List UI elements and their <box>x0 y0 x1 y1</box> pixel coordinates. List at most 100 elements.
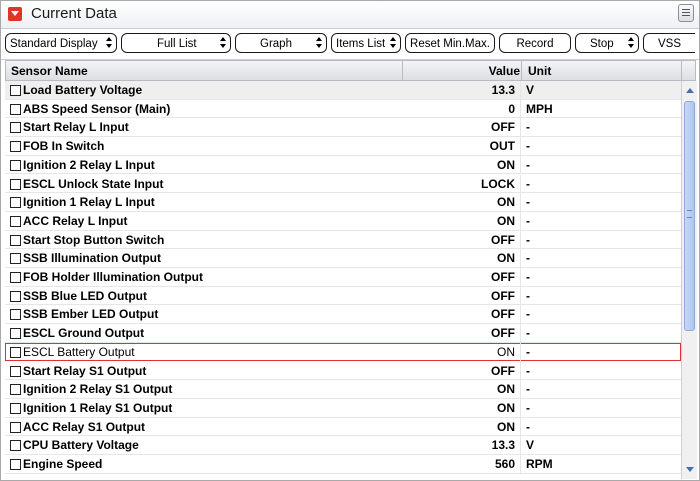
sensor-value: ON <box>497 382 515 397</box>
sensor-value: OFF <box>491 120 515 135</box>
sensor-name: SSB Blue LED Output <box>23 288 147 303</box>
table-row[interactable]: ACC Relay S1 Output ON - <box>5 417 681 437</box>
cell-divider <box>520 417 521 436</box>
sensor-name: SSB Illumination Output <box>23 251 161 266</box>
updown-arrows-icon <box>628 37 634 49</box>
sensor-unit: - <box>526 288 530 303</box>
row-checkbox[interactable] <box>10 272 21 283</box>
column-header-value[interactable]: Value <box>408 64 520 78</box>
sensor-name: Start Stop Button Switch <box>23 232 165 247</box>
table-row[interactable]: SSB Ember LED Output OFF - <box>5 305 681 325</box>
row-checkbox[interactable] <box>10 141 21 153</box>
sensor-value: OFF <box>491 232 515 247</box>
sensor-name: FOB Holder Illumination Output <box>23 270 203 284</box>
table-row[interactable]: FOB Holder Illumination Output OFF - <box>5 268 681 287</box>
sensor-value: ON <box>497 344 515 359</box>
sensor-value: 0 <box>508 101 515 116</box>
cell-divider <box>520 137 521 156</box>
row-checkbox[interactable] <box>10 103 21 115</box>
stop-select[interactable]: Stop <box>575 33 639 53</box>
row-checkbox[interactable] <box>10 346 21 358</box>
table-row[interactable]: ACC Relay L Input ON - <box>5 211 681 231</box>
row-checkbox[interactable] <box>10 197 21 209</box>
row-checkbox[interactable] <box>10 290 21 302</box>
column-divider[interactable] <box>402 61 403 80</box>
sensor-unit: - <box>526 176 530 191</box>
sensor-value: OFF <box>491 307 515 322</box>
sensor-unit: - <box>526 307 530 322</box>
cell-divider <box>520 249 521 268</box>
row-checkbox[interactable] <box>10 384 21 396</box>
sensor-value: LOCK <box>481 176 515 191</box>
sensor-unit: - <box>526 326 530 341</box>
updown-arrows-icon <box>316 37 322 49</box>
row-checkbox[interactable] <box>10 421 21 433</box>
display-mode-select[interactable]: Standard Display <box>5 33 117 53</box>
display-mode-label: Standard Display <box>10 38 98 50</box>
row-checkbox[interactable] <box>10 402 21 414</box>
window-title: Current Data <box>31 5 117 22</box>
table-row[interactable]: SSB Illumination Output ON - <box>5 249 681 268</box>
row-checkbox[interactable] <box>10 215 21 227</box>
row-checkbox[interactable] <box>10 365 21 377</box>
items-list-select[interactable]: Items List <box>331 33 401 53</box>
table-row[interactable]: ESCL Unlock State Input LOCK - <box>5 174 681 194</box>
table-row[interactable]: FOB In Switch OUT - <box>5 137 681 156</box>
sensor-unit: RPM <box>526 457 553 471</box>
list-mode-select[interactable]: Full List <box>121 33 231 53</box>
row-checkbox[interactable] <box>10 178 21 190</box>
table-row[interactable]: Load Battery Voltage 13.3 V <box>5 81 681 100</box>
row-checkbox[interactable] <box>10 253 21 265</box>
table-row[interactable]: Start Relay S1 Output OFF - <box>5 361 681 381</box>
row-checkbox[interactable] <box>10 440 21 452</box>
sensor-value: ON <box>497 157 515 172</box>
row-checkbox[interactable] <box>10 309 21 321</box>
table-row[interactable]: CPU Battery Voltage 13.3 V <box>5 436 681 455</box>
sensor-name: ACC Relay S1 Output <box>23 419 146 434</box>
collapse-icon[interactable] <box>8 7 22 21</box>
table-row[interactable]: Ignition 1 Relay S1 Output ON - <box>5 398 681 418</box>
row-checkbox[interactable] <box>10 459 21 470</box>
sensor-name: Engine Speed <box>23 457 103 471</box>
sensor-name: CPU Battery Voltage <box>23 438 139 453</box>
sensor-unit: - <box>526 120 530 135</box>
scroll-up-arrow-icon[interactable] <box>683 83 696 97</box>
table-row[interactable]: Engine Speed 560 RPM <box>5 455 681 474</box>
scroll-down-arrow-icon[interactable] <box>683 463 696 477</box>
scroll-thumb[interactable] <box>684 101 695 331</box>
cell-divider <box>520 342 521 361</box>
table-row[interactable]: Start Stop Button Switch OFF - <box>5 230 681 250</box>
record-button[interactable]: Record <box>499 33 571 53</box>
column-header-unit[interactable]: Unit <box>528 64 551 78</box>
row-checkbox[interactable] <box>10 122 21 134</box>
table-row[interactable]: ABS Speed Sensor (Main) 0 MPH <box>5 99 681 119</box>
column-header-name[interactable]: Sensor Name <box>11 64 88 78</box>
row-checkbox[interactable] <box>10 85 21 96</box>
vertical-scrollbar[interactable] <box>681 81 697 479</box>
sensor-value: ON <box>497 251 515 266</box>
row-checkbox[interactable] <box>10 328 21 340</box>
table-row[interactable]: ESCL Ground Output OFF - <box>5 324 681 343</box>
cell-divider <box>520 174 521 193</box>
vss-button[interactable]: VSS <box>643 33 695 53</box>
table-row[interactable]: SSB Blue LED Output OFF - <box>5 286 681 306</box>
table-row[interactable]: Start Relay L Input OFF - <box>5 118 681 138</box>
column-divider[interactable] <box>521 61 522 80</box>
table-row[interactable]: Ignition 2 Relay L Input ON - <box>5 155 681 175</box>
sensor-unit: - <box>526 157 530 172</box>
table-row[interactable]: Ignition 2 Relay S1 Output ON - <box>5 380 681 399</box>
sensor-name: ESCL Ground Output <box>23 326 145 341</box>
cell-divider <box>520 268 521 286</box>
sensor-unit: - <box>526 232 530 247</box>
sensor-name: ESCL Battery Output <box>23 344 135 359</box>
sensor-unit: - <box>526 195 530 210</box>
row-checkbox[interactable] <box>10 159 21 171</box>
table-row[interactable]: Ignition 1 Relay L Input ON - <box>5 193 681 212</box>
reset-min-max-button[interactable]: Reset Min.Max. <box>405 33 495 53</box>
sensor-unit: - <box>526 363 530 378</box>
table-row[interactable]: ESCL Battery Output ON - <box>5 342 681 362</box>
menu-icon[interactable] <box>678 4 694 22</box>
row-checkbox[interactable] <box>10 234 21 246</box>
view-mode-select[interactable]: Graph <box>235 33 327 53</box>
updown-arrows-icon <box>390 37 396 49</box>
